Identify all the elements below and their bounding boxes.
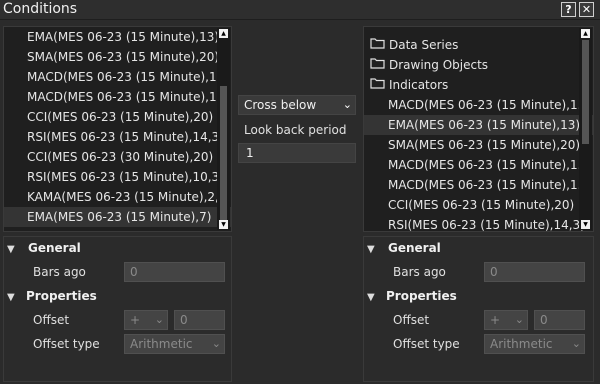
- bars-ago-label: Bars ago: [33, 265, 86, 279]
- left-indicator-items: EMA(MES 06-23 (15 Minute),13) SMA(MES 06-…: [4, 27, 231, 227]
- properties-section-header[interactable]: ▼ Properties: [4, 286, 97, 306]
- list-item[interactable]: EMA(MES 06-23 (15 Minute),13): [364, 115, 593, 135]
- scroll-thumb[interactable]: [220, 86, 227, 222]
- offset-type-value: Arithmetic: [490, 337, 553, 351]
- left-properties-panel: ▼ General Bars ago 0 ▼ Properties Offset +…: [3, 236, 232, 382]
- list-item[interactable]: CCI(MES 06-23 (15 Minute),20): [364, 195, 593, 215]
- list-item[interactable]: MACD(MES 06-23 (15 Minute),1...: [364, 95, 593, 115]
- offset-type-select[interactable]: Arithmetic ⌄: [124, 334, 225, 354]
- offset-label: Offset: [393, 313, 430, 327]
- list-item[interactable]: EMA(MES 06-23 (15 Minute),7): [4, 207, 231, 227]
- left-list-scrollbar[interactable]: ▲ ▼: [217, 28, 230, 230]
- list-item[interactable]: MACD(MES 06-23 (15 Minute),1...: [364, 175, 593, 195]
- list-item[interactable]: EMA(MES 06-23 (15 Minute),13): [4, 27, 231, 47]
- chevron-down-icon: ⌄: [211, 337, 221, 350]
- offset-sign-value: +: [490, 313, 501, 327]
- close-button[interactable]: ✕: [579, 2, 594, 17]
- chevron-down-icon: ⌄: [571, 337, 581, 350]
- properties-label: Properties: [26, 289, 97, 303]
- collapse-triangle-icon: ▼: [367, 292, 375, 303]
- look-back-label: Look back period: [244, 123, 347, 137]
- chevron-down-icon: ⌄: [514, 313, 524, 326]
- title-bar: Conditions ? ✕: [0, 0, 600, 20]
- condition-operator-value: Cross below: [244, 98, 317, 112]
- properties-label: Properties: [386, 289, 457, 303]
- collapse-triangle-icon: ▼: [7, 292, 15, 303]
- collapse-triangle-icon: ▼: [7, 244, 15, 255]
- list-item[interactable]: CCI(MES 06-23 (30 Minute),20): [4, 147, 231, 167]
- tree-folder[interactable]: Indicators: [364, 75, 593, 95]
- general-label: General: [388, 241, 441, 255]
- collapse-triangle-icon: ▼: [367, 244, 375, 255]
- bars-ago-input[interactable]: 0: [484, 262, 585, 282]
- condition-controls: Cross below ⌄ Look back period 1: [238, 95, 356, 163]
- list-item[interactable]: SMA(MES 06-23 (15 Minute),20): [364, 135, 593, 155]
- general-section-header[interactable]: ▼ General: [4, 238, 81, 258]
- offset-sign-value: +: [130, 313, 141, 327]
- right-indicator-tree[interactable]: Data Series Drawing Objects Indicators MACD…: [363, 26, 594, 232]
- tree-folder-label: Drawing Objects: [389, 58, 489, 72]
- offset-type-select[interactable]: Arithmetic ⌄: [484, 334, 585, 354]
- left-indicator-list[interactable]: EMA(MES 06-23 (15 Minute),13) SMA(MES 06-…: [3, 26, 232, 232]
- tree-folder-label: Data Series: [389, 38, 459, 52]
- general-section-header[interactable]: ▼ General: [364, 238, 441, 258]
- folder-icon: [370, 35, 385, 55]
- folder-icon: [370, 75, 385, 95]
- bars-ago-label: Bars ago: [393, 265, 446, 279]
- properties-section-header[interactable]: ▼ Properties: [364, 286, 457, 306]
- offset-value-input[interactable]: 0: [534, 310, 585, 330]
- offset-sign-select[interactable]: + ⌄: [124, 310, 168, 330]
- tree-folder[interactable]: Drawing Objects: [364, 55, 593, 75]
- list-item[interactable]: MACD(MES 06-23 (15 Minute),1...: [4, 87, 231, 107]
- scroll-down-arrow-icon[interactable]: ▼: [219, 220, 228, 229]
- list-item[interactable]: RSI(MES 06-23 (15 Minute),14,3): [364, 215, 593, 235]
- offset-sign-select[interactable]: + ⌄: [484, 310, 528, 330]
- scroll-up-arrow-icon[interactable]: ▲: [581, 29, 590, 38]
- offset-type-value: Arithmetic: [130, 337, 193, 351]
- tree-folder[interactable]: Data Series: [364, 35, 593, 55]
- window-title: Conditions: [3, 1, 78, 17]
- tree-folder-label: Indicators: [389, 78, 449, 92]
- list-item[interactable]: CCI(MES 06-23 (15 Minute),20): [4, 107, 231, 127]
- list-item[interactable]: KAMA(MES 06-23 (15 Minute),2,...: [4, 187, 231, 207]
- list-item[interactable]: MACD(MES 06-23 (15 Minute),1...: [364, 155, 593, 175]
- offset-type-label: Offset type: [393, 337, 460, 351]
- offset-value-input[interactable]: 0: [174, 310, 225, 330]
- folder-icon: [370, 55, 385, 75]
- list-item[interactable]: RSI(MES 06-23 (15 Minute),10,3): [4, 167, 231, 187]
- chevron-down-icon: ⌄: [342, 98, 352, 111]
- help-button[interactable]: ?: [561, 2, 576, 17]
- bars-ago-input[interactable]: 0: [124, 262, 225, 282]
- condition-operator-select[interactable]: Cross below ⌄: [238, 95, 356, 115]
- list-item[interactable]: SMA(MES 06-23 (15 Minute),20): [4, 47, 231, 67]
- list-item[interactable]: RSI(MES 06-23 (15 Minute),14,3): [4, 127, 231, 147]
- offset-type-label: Offset type: [33, 337, 100, 351]
- scroll-up-arrow-icon[interactable]: ▲: [219, 29, 228, 38]
- chevron-down-icon: ⌄: [154, 313, 164, 326]
- right-indicator-items: Data Series Drawing Objects Indicators MACD…: [364, 27, 593, 235]
- offset-label: Offset: [33, 313, 70, 327]
- list-item[interactable]: MACD(MES 06-23 (15 Minute),1...: [4, 67, 231, 87]
- general-label: General: [28, 241, 81, 255]
- look-back-input[interactable]: 1: [238, 143, 356, 163]
- scroll-down-arrow-icon[interactable]: ▼: [581, 220, 590, 229]
- right-list-scrollbar[interactable]: ▲ ▼: [579, 28, 592, 230]
- right-properties-panel: ▼ General Bars ago 0 ▼ Properties Offset +…: [363, 236, 594, 382]
- scroll-thumb[interactable]: [582, 40, 589, 144]
